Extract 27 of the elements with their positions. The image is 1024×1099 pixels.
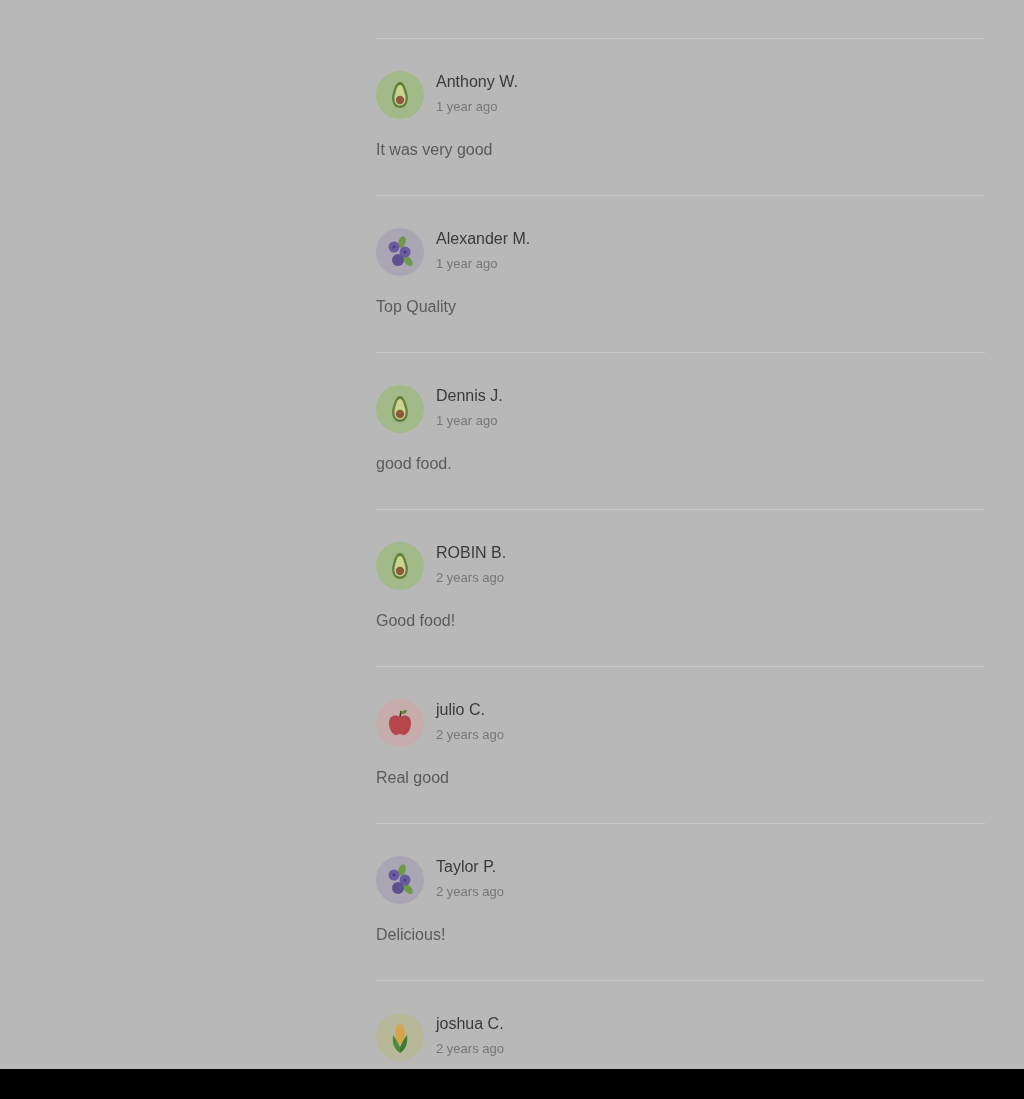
reviewer-name: ROBIN B.: [436, 543, 507, 563]
review-text: Good food!: [376, 611, 456, 631]
review-text: It was very good: [376, 140, 493, 160]
review-text: Top Quality: [376, 297, 457, 317]
avocado-icon: [376, 385, 424, 433]
avocado-icon: [376, 542, 424, 590]
avocado-icon: [376, 71, 424, 119]
reviewer-name: Alexander M.: [436, 229, 531, 249]
review-time: 2 years ago: [436, 569, 504, 587]
apple-icon: [376, 699, 424, 747]
review-time: 2 years ago: [436, 726, 504, 744]
reviewer-name: Anthony W.: [436, 72, 518, 92]
reviewer-name: julio C.: [436, 700, 485, 720]
review-text: Delicious!: [376, 925, 446, 945]
review-time: 1 year ago: [436, 412, 498, 430]
review-time: 2 years ago: [436, 1040, 504, 1058]
berries-icon: [376, 228, 424, 276]
reviewer-name: Dennis J.: [436, 386, 503, 406]
corn-icon: [376, 1013, 424, 1061]
review-text: Real good: [376, 768, 449, 788]
review-time: 1 year ago: [436, 255, 498, 273]
reviewer-name: Taylor P.: [436, 857, 497, 877]
review-text: good food.: [376, 454, 452, 474]
berries-icon: [376, 856, 424, 904]
review-time: 1 year ago: [436, 98, 498, 116]
reviewer-name: joshua C.: [436, 1014, 504, 1034]
review-time: 2 years ago: [436, 883, 504, 901]
